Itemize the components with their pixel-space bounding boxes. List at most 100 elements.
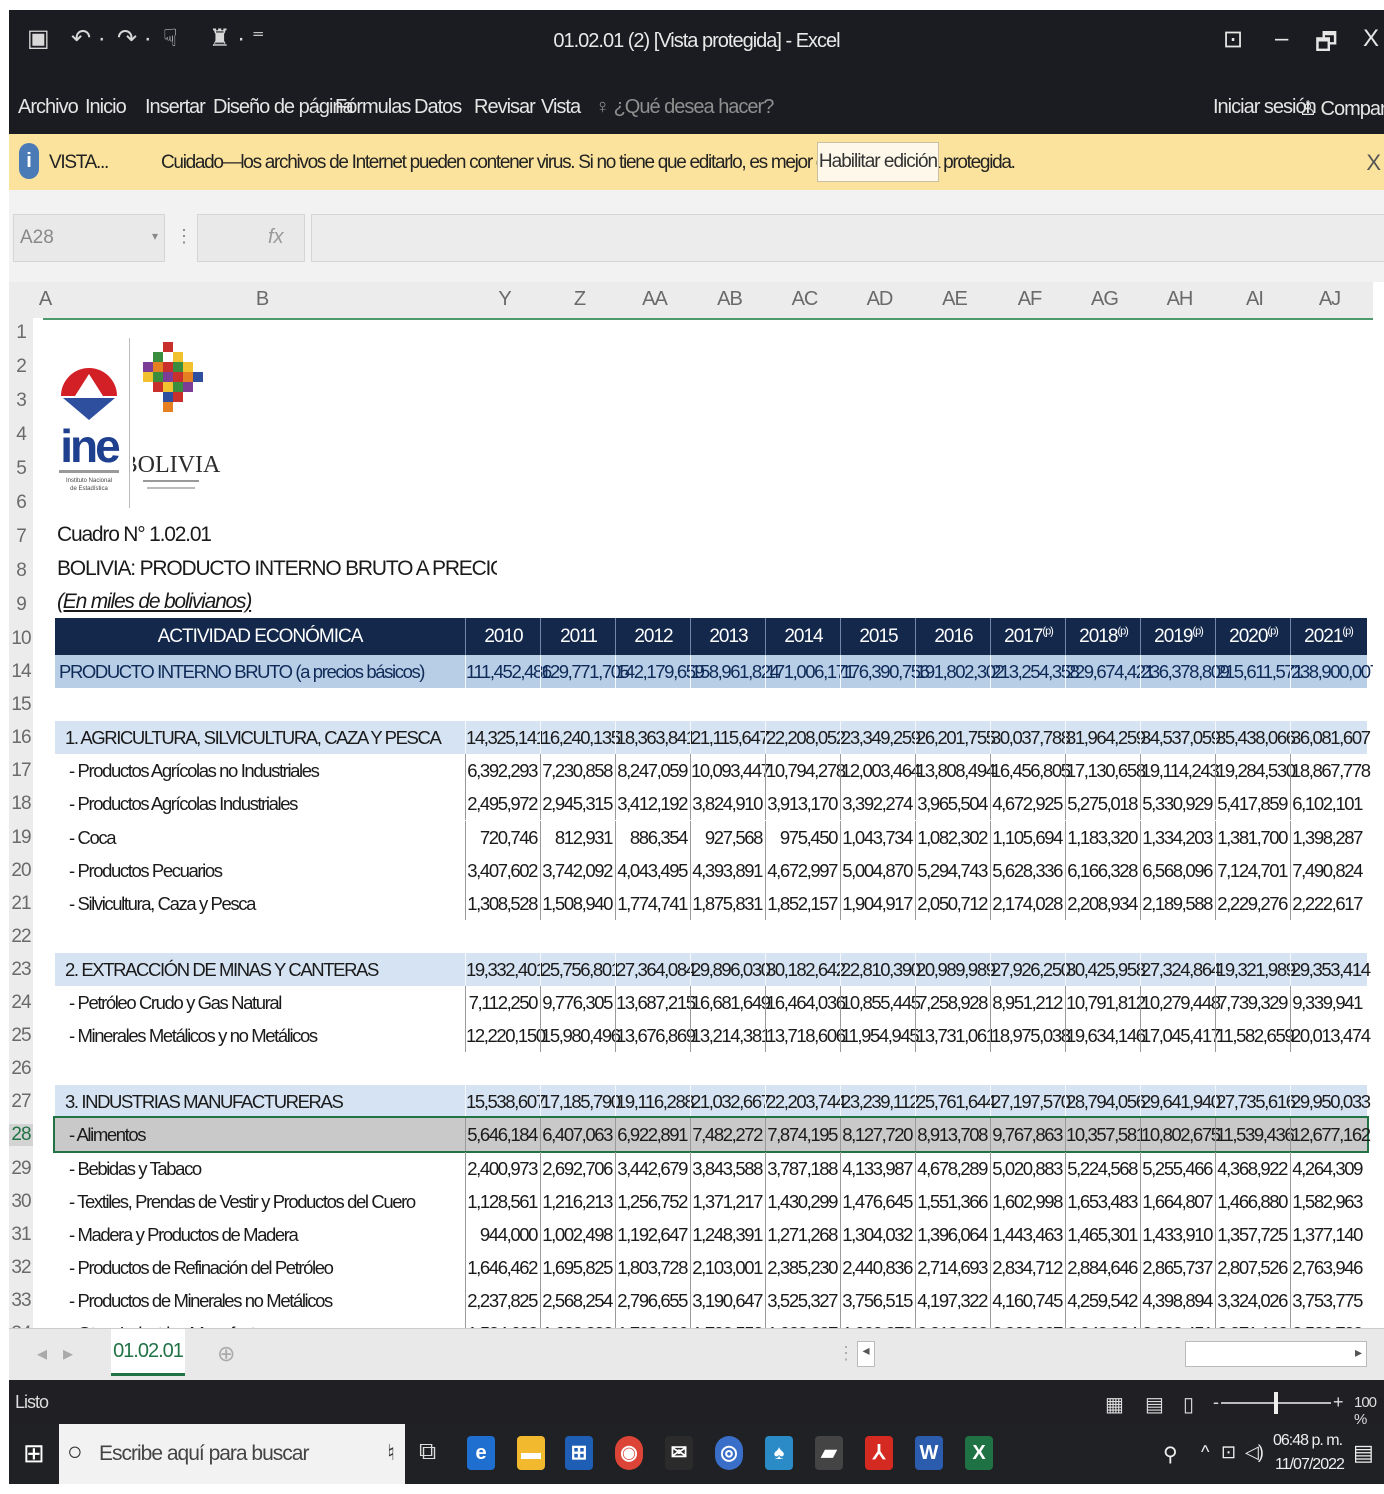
table-cell[interactable]: 11,954,945: [840, 1019, 920, 1053]
row-label[interactable]: - Coca: [55, 821, 465, 854]
mail-icon[interactable]: ✉: [665, 1436, 693, 1470]
table-cell[interactable]: 1,256,752: [615, 1184, 690, 1218]
row-label[interactable]: - Silvicultura, Caza y Pesca: [55, 887, 465, 920]
table-cell[interactable]: 1,466,880: [1215, 1184, 1290, 1218]
table-cell[interactable]: 9,339,941: [1290, 986, 1365, 1019]
table-cell[interactable]: 7,739,329: [1215, 986, 1290, 1019]
table-row[interactable]: - Coca 720,746 812,931 886,354 927,568 975,45…: [55, 820, 1367, 854]
table-cell[interactable]: 3,392,274: [840, 787, 915, 821]
table-cell[interactable]: 11,582,659: [1215, 1019, 1295, 1053]
column-header-aj[interactable]: AJ: [1292, 288, 1367, 311]
table-cell[interactable]: 11,539,436: [1215, 1118, 1295, 1152]
table-row[interactable]: [55, 920, 1367, 953]
table-cell[interactable]: 4,398,894: [1140, 1283, 1215, 1317]
table-cell[interactable]: 2,763,946: [1290, 1250, 1365, 1284]
table-cell[interactable]: 2,229,276: [1215, 886, 1290, 920]
empty-cell[interactable]: [465, 1052, 540, 1085]
table-cell[interactable]: 21,032,667: [690, 1085, 771, 1119]
table-cell[interactable]: 1,653,483: [1065, 1184, 1140, 1218]
table-cell[interactable]: 2,871,102: [1215, 1317, 1290, 1328]
row-header[interactable]: 31: [9, 1224, 33, 1246]
clock-time[interactable]: 06:48 p. m.: [1273, 1432, 1343, 1450]
chrome-icon[interactable]: ◉: [615, 1436, 643, 1470]
table-cell[interactable]: 3,525,327: [765, 1283, 840, 1317]
scroll-left-icon[interactable]: ◂: [37, 1341, 47, 1366]
table-cell[interactable]: 176,390,756: [840, 655, 930, 688]
row-header[interactable]: 17: [9, 760, 33, 782]
table-cell[interactable]: 1,248,391: [690, 1217, 765, 1251]
table-cell[interactable]: 6,568,096: [1140, 853, 1215, 887]
table-row[interactable]: - Minerales Metálicos y no Metálicos 12,2…: [55, 1019, 1371, 1053]
row-label[interactable]: [55, 688, 465, 721]
table-cell[interactable]: 1,271,268: [765, 1217, 840, 1251]
table-cell[interactable]: 7,258,928: [915, 986, 990, 1019]
table-cell[interactable]: 34,537,059: [1140, 721, 1221, 755]
empty-cell[interactable]: [615, 688, 690, 721]
column-header-b[interactable]: B: [57, 288, 467, 311]
table-row[interactable]: - Petróleo Crudo y Gas Natural 7,112,250 9…: [55, 986, 1367, 1019]
windows-start-icon[interactable]: ⊞: [23, 1438, 45, 1469]
table-cell[interactable]: 27,364,084: [615, 952, 696, 986]
table-cell[interactable]: 4,368,922: [1215, 1151, 1290, 1185]
table-cell[interactable]: 1,398,287: [1290, 820, 1365, 854]
row-header[interactable]: 4: [9, 424, 33, 446]
tab-archivo[interactable]: Archivo: [18, 96, 79, 119]
table-cell[interactable]: 1,430,299: [765, 1184, 840, 1218]
table-cell[interactable]: 13,808,494: [915, 754, 996, 788]
table-cell[interactable]: 29,353,414: [1290, 952, 1371, 986]
table-cell[interactable]: 30,425,958: [1065, 952, 1146, 986]
column-header-af[interactable]: AF: [992, 288, 1067, 311]
share-button[interactable]: ♙ Compartir: [1299, 96, 1384, 121]
table-cell[interactable]: 1,304,032: [840, 1217, 915, 1251]
table-cell[interactable]: 5,275,018: [1065, 787, 1140, 821]
table-cell[interactable]: 2,796,655: [615, 1283, 690, 1317]
row-header[interactable]: 29: [9, 1158, 33, 1180]
table-row[interactable]: - Bebidas y Tabaco 2,400,973 2,692,706 3,44…: [55, 1151, 1367, 1185]
empty-cell[interactable]: [1215, 1052, 1290, 1085]
table-cell[interactable]: 5,628,336: [990, 853, 1065, 887]
table-cell[interactable]: 3,965,504: [915, 787, 990, 821]
tab-inicio[interactable]: Inicio: [85, 96, 127, 119]
table-cell[interactable]: 19,321,989: [1215, 952, 1296, 986]
taskbar-search[interactable]: ○ Escribe aquí para buscar ♮: [59, 1424, 405, 1484]
table-cell[interactable]: 10,357,581: [1065, 1118, 1146, 1152]
table-cell[interactable]: 2,174,028: [990, 886, 1065, 920]
table-cell[interactable]: 10,802,675: [1140, 1118, 1221, 1152]
table-cell[interactable]: 21,115,647: [690, 721, 770, 755]
table-cell[interactable]: 8,913,708: [915, 1118, 990, 1152]
table-cell[interactable]: 12,220,150: [465, 1019, 546, 1053]
table-cell[interactable]: 1,930,237: [765, 1317, 840, 1328]
empty-cell[interactable]: [840, 1052, 915, 1085]
table-cell[interactable]: 142,179,659: [615, 655, 705, 688]
column-header-z[interactable]: Z: [542, 288, 617, 311]
row-header[interactable]: 9: [9, 594, 33, 616]
split-handle-icon[interactable]: ⋮: [837, 1343, 855, 1364]
chevron-down-icon[interactable]: ▾: [152, 229, 158, 243]
table-cell[interactable]: 2,400,973: [465, 1151, 540, 1185]
table-cell[interactable]: 2,807,526: [1215, 1250, 1290, 1284]
row-header[interactable]: 3: [9, 390, 33, 412]
row-header[interactable]: 24: [9, 992, 33, 1014]
tab-revisar[interactable]: Revisar: [474, 96, 536, 119]
row-header[interactable]: 2: [9, 356, 33, 378]
scroll-right-icon[interactable]: ▸: [63, 1341, 73, 1366]
table-cell[interactable]: 4,678,289: [915, 1151, 990, 1185]
table-cell[interactable]: 111,452,486: [465, 655, 552, 688]
table-row[interactable]: 3. INDUSTRIAS MANUFACTURERAS 15,538,607 17…: [55, 1085, 1371, 1119]
table-row[interactable]: - Productos Agrícolas no Industriales 6,3…: [55, 754, 1371, 788]
row-header[interactable]: 18: [9, 793, 33, 815]
table-cell[interactable]: 171,006,171: [765, 655, 855, 688]
edge-icon[interactable]: e: [467, 1436, 495, 1470]
tab-vista[interactable]: Vista: [541, 96, 581, 119]
table-cell[interactable]: 1,002,498: [540, 1217, 615, 1251]
table-cell[interactable]: 1,803,728: [615, 1250, 690, 1284]
row-header[interactable]: 33: [9, 1290, 33, 1312]
empty-cell[interactable]: [990, 920, 1065, 953]
table-cell[interactable]: 2,495,972: [465, 787, 540, 821]
app-icon[interactable]: ◎: [715, 1436, 743, 1470]
table-cell[interactable]: 16,464,036: [765, 986, 846, 1019]
table-cell[interactable]: 129,771,705: [540, 655, 630, 688]
table-cell[interactable]: 1,371,217: [690, 1184, 765, 1218]
table-cell[interactable]: 13,718,606: [765, 1019, 846, 1053]
people-icon[interactable]: ⚲: [1163, 1442, 1178, 1467]
